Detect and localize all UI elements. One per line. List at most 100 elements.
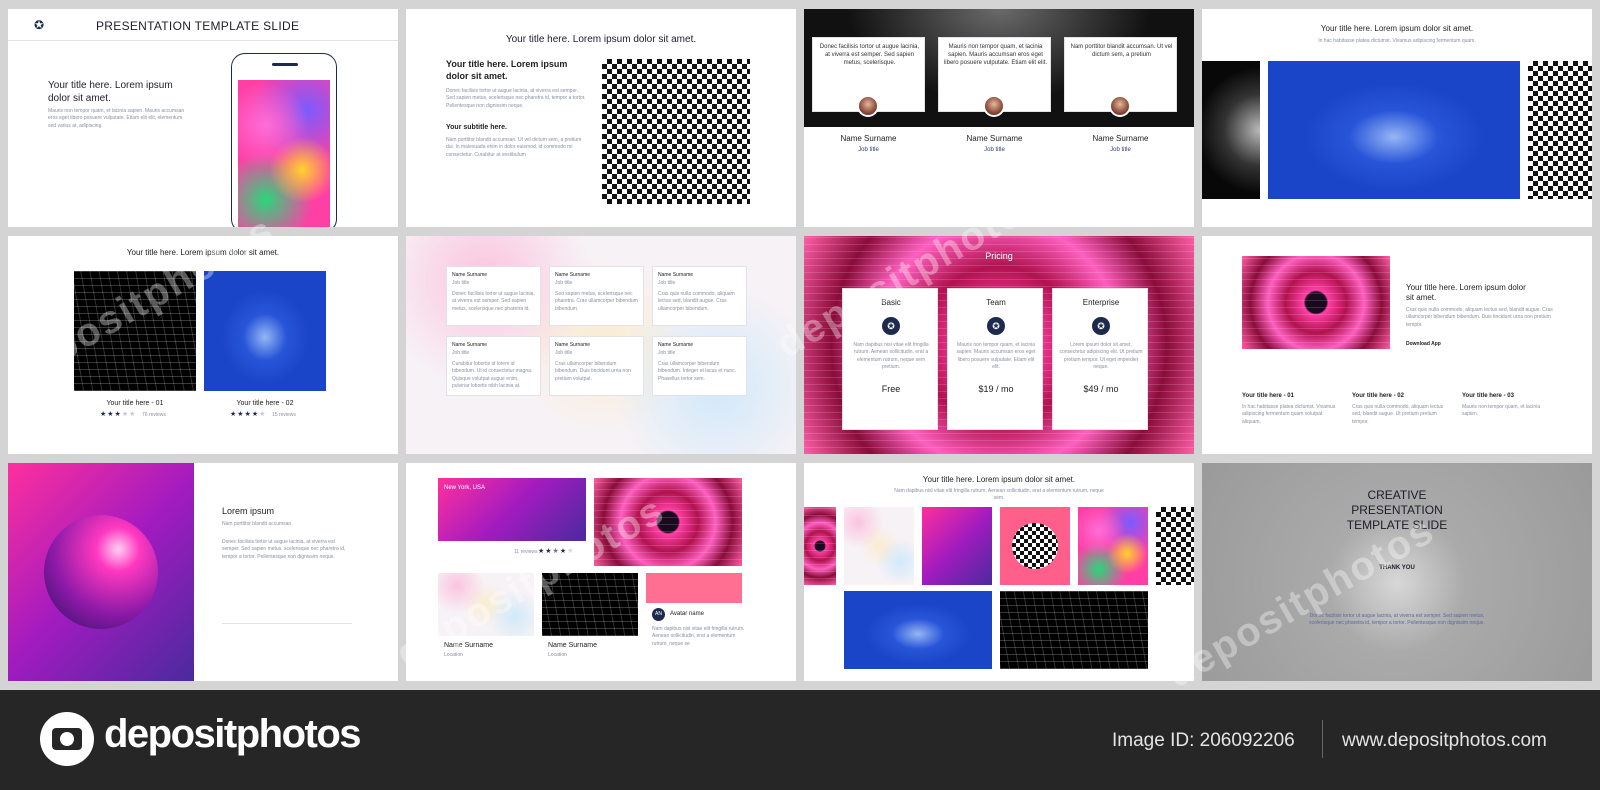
slide-5[interactable]: Your title here. Lorem ipsum dolor sit a… xyxy=(8,236,398,454)
slide-6-card-2-job: Job title xyxy=(555,280,573,286)
slide-8-download-button[interactable]: Download App xyxy=(1406,341,1441,348)
slide-6[interactable]: Name Surname Job title Donec facilisis t… xyxy=(406,236,796,454)
slide-6-card-4: Name Surname Job title Curabitur loborti… xyxy=(446,336,541,396)
slide-3[interactable]: Donec facilisis tortor ut augue lacinia,… xyxy=(804,9,1194,227)
slide-2-body: Donec facilisis tortor ut augue lacinia,… xyxy=(446,88,586,109)
slide-5-title: Your title here. Lorem ipsum dolor sit a… xyxy=(126,248,280,257)
slide-6-card-1-text: Donec facilisis tortor ut augue lacinia,… xyxy=(452,291,535,312)
slide-10-avatar: AN xyxy=(652,608,665,621)
slide-12-body: Donec facilisis tortor ut augue lacinia,… xyxy=(1309,613,1485,627)
slide-7-plan-1-text: Nam dapibus nisl vitae elit fringilla ru… xyxy=(853,342,929,370)
slide-5-item-2: Your title here - 02 xyxy=(236,400,294,407)
slide-4-title: Your title here. Lorem ipsum dolor sit a… xyxy=(1320,24,1474,33)
slide-10-wire-image xyxy=(542,573,638,636)
slide-6-card-6-name: Name Surname xyxy=(658,342,694,348)
slide-8[interactable]: Your title here. Lorem ipsum dolor sit a… xyxy=(1202,236,1592,454)
slide-11-title: Your title here. Lorem ipsum dolor sit a… xyxy=(922,475,1076,484)
slide-6-card-1-name: Name Surname xyxy=(452,272,488,278)
slide-10-avatar-name: Avatar name xyxy=(670,611,704,617)
slides-grid: ✪ PRESENTATION TEMPLATE SLIDE Your title… xyxy=(0,0,1600,697)
footer-divider xyxy=(1322,720,1323,758)
slide-3-name-2: Name Surname xyxy=(966,134,1023,143)
camera-logo-icon xyxy=(40,712,94,766)
slide-9[interactable]: Lorem ipsum Nam porttitor blandit accums… xyxy=(8,463,398,681)
slide-4-right-image xyxy=(1528,61,1592,199)
slide-7-plan-1-price: Free xyxy=(881,384,901,394)
slide-8-item-3-text: Mauris non tempor quam, et lacinia sapie… xyxy=(1462,404,1541,418)
slide-6-card-3-name: Name Surname xyxy=(658,272,694,278)
slide-3-card-1-text: Donec facilisis tortor ut augue lacinia,… xyxy=(819,44,920,66)
slide-2-top-title: Your title here. Lorem ipsum dolor sit a… xyxy=(505,34,697,45)
slide-3-card-3-text: Nam porttitor blandit accumsan. Ut vel d… xyxy=(1070,44,1173,58)
plan-3-logo-icon: ✪ xyxy=(1092,317,1110,335)
slide-6-card-2-text: Sed sapien metus, scelerisque nec pharet… xyxy=(555,291,638,312)
slide-7[interactable]: Pricing Basic ✪ Nam dapibus nisl vitae e… xyxy=(804,236,1194,454)
slide-1-body: Mauris non tempor quam, et lacinia sapie… xyxy=(48,108,185,129)
slide-2-checker-image xyxy=(602,59,750,204)
slide-6-card-4-name: Name Surname xyxy=(452,342,488,348)
slide-6-card-2-name: Name Surname xyxy=(555,272,591,278)
slide-6-card-5-job: Job title xyxy=(555,350,573,356)
slide-12[interactable]: CREATIVE PRESENTATION TEMPLATE SLIDE THA… xyxy=(1202,463,1592,681)
slide-6-card-5-name: Name Surname xyxy=(555,342,591,348)
slide-9-body: Donec facilisis tortor ut augue lacinia,… xyxy=(222,539,346,560)
slide-1-title: Your title here. Lorem ipsum dolor sit a… xyxy=(48,80,173,104)
slide-7-plan-2: Team ✪ Mauris non tempor quam, et lacini… xyxy=(947,288,1043,430)
slide-6-card-4-job: Job title xyxy=(452,350,470,356)
slide-8-body: Cras quis nulla commodo, aliquam lectus … xyxy=(1406,307,1553,328)
slide-10-pink-image xyxy=(646,573,742,603)
footer-bar: depositphotos Image ID: 206092206 www.de… xyxy=(0,690,1600,790)
slide-6-card-5: Name Surname Job title Cras ullamcorper … xyxy=(549,336,644,396)
slide-6-card-2: Name Surname Job title Sed sapien metus,… xyxy=(549,266,644,326)
slide-10-loc-2: Location xyxy=(548,652,567,658)
slide-7-plan-2-text: Mauris non tempor quam, et lacinia sapie… xyxy=(956,342,1036,370)
slide-1-header-line xyxy=(8,40,398,41)
slide-6-card-4-text: Curabitur lobortis id lorem id bibendum.… xyxy=(452,361,533,389)
slide-11-img-6 xyxy=(1156,507,1194,585)
slide-9-sphere-image xyxy=(8,463,194,681)
slide-2[interactable]: Your title here. Lorem ipsum dolor sit a… xyxy=(406,9,796,227)
slide-6-card-6: Name Surname Job title Cras ullamcorper … xyxy=(652,336,747,396)
slide-10-city-card[interactable]: New York, USA xyxy=(438,478,586,541)
slide-6-card-3-job: Job title xyxy=(658,280,676,286)
slide-1-phone xyxy=(231,53,337,227)
plan-2-logo-icon: ✪ xyxy=(987,317,1005,335)
slide-10[interactable]: New York, USA 11 reviews ★★★★★ Name Surn… xyxy=(406,463,796,681)
slide-7-plan-2-name: Team xyxy=(986,298,1006,307)
slide-10-loc-1: Location xyxy=(444,652,463,658)
phone-screen-image xyxy=(238,80,330,227)
slide-11-img-2 xyxy=(844,507,914,585)
slide-4-subtitle: In hac habitasse platea dictumst. Vivamu… xyxy=(1318,38,1476,44)
slide-3-avatar-1 xyxy=(857,95,879,117)
site-link[interactable]: www.depositphotos.com xyxy=(1342,730,1547,752)
slide-6-card-5-text: Cras ullamcorper bibendum bibendum. Duis… xyxy=(555,361,631,382)
slide-10-tunnel-image xyxy=(594,478,742,566)
slide-12-thanks: THANK YOU xyxy=(1379,565,1415,571)
slide-10-confetti-image xyxy=(438,573,534,636)
slide-5-stars-2: ★★★★★ xyxy=(230,411,267,418)
slide-3-avatar-3 xyxy=(1109,95,1131,117)
slide-7-plan-3-price: $49 / mo xyxy=(1083,384,1119,394)
slide-11-img-5 xyxy=(1078,507,1148,585)
slide-8-item-2-title: Your title here - 02 xyxy=(1352,393,1404,399)
slide-1-logo-icon: ✪ xyxy=(34,18,45,32)
slide-11-img-4 xyxy=(1000,507,1070,585)
slide-11-subtitle: Nam dapibus nisl vitae elit fringilla ru… xyxy=(894,488,1104,502)
slide-6-card-3-text: Cras quis nulla commodo, aliquam lectus … xyxy=(658,291,735,312)
slide-4[interactable]: Your title here. Lorem ipsum dolor sit a… xyxy=(1202,9,1592,227)
slide-7-plan-1: Basic ✪ Nam dapibus nisl vitae elit frin… xyxy=(842,288,938,430)
slide-6-card-6-text: Cras ullamcorper bibendum bibendum. Inte… xyxy=(658,361,737,382)
slide-6-card-3: Name Surname Job title Cras quis nulla c… xyxy=(652,266,747,326)
slide-10-card-title: New York, USA xyxy=(444,485,486,491)
slide-7-plan-3-text: Lorem ipsum dolor sit amet, consectetur … xyxy=(1059,342,1143,370)
slide-1[interactable]: ✪ PRESENTATION TEMPLATE SLIDE Your title… xyxy=(8,9,398,227)
slide-8-item-1-title: Your title here - 01 xyxy=(1242,393,1294,399)
slide-8-tunnel-image xyxy=(1242,256,1390,349)
slide-11-ball xyxy=(1012,523,1058,569)
slide-11[interactable]: Your title here. Lorem ipsum dolor sit a… xyxy=(804,463,1194,681)
slide-2-title: Your title here. Lorem ipsum dolor sit a… xyxy=(446,59,568,81)
slide-10-name-1: Name Surname xyxy=(444,642,494,649)
slide-3-job-3: Job title xyxy=(1110,147,1131,153)
slide-3-name-1: Name Surname xyxy=(840,134,897,143)
brand-logo-text[interactable]: depositphotos xyxy=(104,712,362,757)
